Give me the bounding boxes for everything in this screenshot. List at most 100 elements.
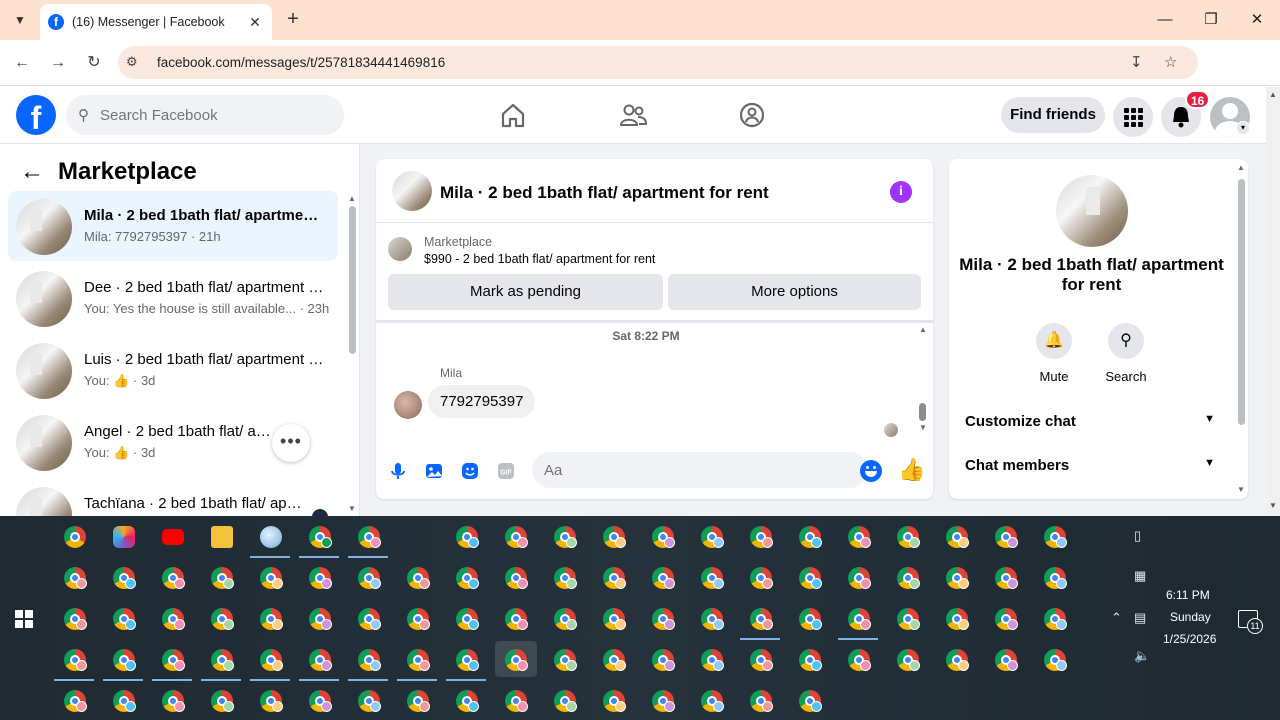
taskbar-chrome-profile-app[interactable] xyxy=(495,559,537,595)
bookmark-star-icon[interactable]: ☆ xyxy=(1164,53,1177,71)
taskbar-chrome-profile-app[interactable] xyxy=(691,600,733,636)
account-chevron-icon[interactable]: ▾ xyxy=(1236,121,1250,135)
taskbar-chrome-profile-app[interactable] xyxy=(985,641,1027,677)
taskbar-chrome-profile-app[interactable] xyxy=(250,559,292,595)
taskbar-chrome-profile-app[interactable] xyxy=(348,641,390,681)
conversation-more-options-button[interactable]: ••• xyxy=(272,424,310,462)
taskbar-chrome-profile-app[interactable] xyxy=(103,682,145,718)
find-friends-button[interactable]: Find friends xyxy=(1001,97,1105,133)
gif-icon[interactable]: GIF xyxy=(496,461,516,481)
chat-title[interactable]: Mila · 2 bed 1bath flat/ apartment for r… xyxy=(440,183,769,203)
taskbar-chrome-profile-app[interactable] xyxy=(152,600,194,636)
more-options-button[interactable]: More options xyxy=(668,274,921,310)
scroll-up-arrow-icon[interactable]: ▲ xyxy=(348,194,356,203)
install-app-icon[interactable]: ↧ xyxy=(1130,53,1143,71)
taskbar-chrome-profile-app[interactable] xyxy=(1034,600,1076,636)
tab-search-chevron-icon[interactable]: ▼ xyxy=(8,8,32,32)
taskbar-chrome-profile-app[interactable] xyxy=(936,518,978,554)
taskbar-chrome-profile-app[interactable] xyxy=(887,559,929,595)
taskbar-chrome-profile-app[interactable] xyxy=(446,600,488,636)
taskbar-chrome-profile-app[interactable] xyxy=(495,518,537,554)
taskbar-chrome-profile-app[interactable] xyxy=(544,559,586,595)
taskbar-chrome-profile-app[interactable] xyxy=(250,682,292,718)
taskbar-chrome-profile-app[interactable] xyxy=(299,641,341,681)
taskbar-chrome-profile-app[interactable] xyxy=(789,559,831,595)
message-input[interactable] xyxy=(544,452,844,488)
taskbar-chrome-profile-app[interactable] xyxy=(54,600,96,636)
taskbar-chrome-profile-app[interactable] xyxy=(54,641,96,681)
taskbar-chrome-profile-app[interactable] xyxy=(838,641,880,677)
taskbar-chrome-profile-app[interactable] xyxy=(789,682,831,718)
taskbar-chrome-profile-app[interactable] xyxy=(348,518,390,558)
message-bubble[interactable]: 7792795397 xyxy=(428,385,536,418)
customize-chat-row[interactable]: Customize chat ▼ xyxy=(965,413,1219,430)
mute-action[interactable]: 🔔 Mute xyxy=(1024,323,1084,384)
taskbar-chrome-profile-app[interactable] xyxy=(201,641,243,681)
windows-start-icon[interactable] xyxy=(15,610,33,628)
home-icon[interactable] xyxy=(499,101,527,129)
show-hidden-icons-chevron-icon[interactable]: ⌃ xyxy=(1111,610,1122,626)
taskbar-chrome-app[interactable] xyxy=(54,518,96,554)
taskbar-chrome-profile-app[interactable] xyxy=(299,559,341,595)
address-bar[interactable]: ⚙ facebook.com/messages/t/25781834441469… xyxy=(118,46,1198,79)
taskbar-chrome-profile-app[interactable] xyxy=(789,600,831,636)
mark-as-pending-button[interactable]: Mark as pending xyxy=(388,274,663,310)
back-button[interactable]: ← xyxy=(10,51,34,75)
restore-button[interactable]: ❐ xyxy=(1196,6,1226,34)
taskbar-chrome-profile-app[interactable] xyxy=(299,682,341,718)
taskbar-chrome-profile-app[interactable] xyxy=(201,559,243,595)
details-scrollbar[interactable]: ▲ ▼ xyxy=(1235,159,1248,499)
screen-capture-icon[interactable]: ▦ xyxy=(1134,568,1146,584)
taskbar-chrome-profile-app[interactable] xyxy=(544,641,586,677)
like-send-icon[interactable]: 👍 xyxy=(898,457,925,483)
taskbar-chrome-profile-app[interactable] xyxy=(299,518,341,558)
taskbar-chrome-profile-app[interactable] xyxy=(201,682,243,718)
taskbar-chrome-profile-app[interactable] xyxy=(446,682,488,718)
taskbar-chrome-profile-app[interactable] xyxy=(495,682,537,718)
taskbar-chrome-profile-app[interactable] xyxy=(740,600,782,640)
emoji-icon[interactable] xyxy=(860,460,882,482)
taskbar-chrome-profile-app[interactable] xyxy=(593,641,635,677)
taskbar-chrome-profile-app[interactable] xyxy=(838,518,880,554)
scroll-down-arrow-icon[interactable]: ▼ xyxy=(348,504,356,513)
menu-grid-button[interactable] xyxy=(1113,97,1153,137)
taskbar-chrome-profile-app[interactable] xyxy=(936,641,978,677)
taskbar-chrome-profile-app[interactable] xyxy=(495,641,537,677)
new-tab-button[interactable]: + xyxy=(282,8,304,30)
conversation-item-luis[interactable]: Luis · 2 bed 1bath flat/ apartment for r… xyxy=(8,335,338,405)
taskbar-chrome-profile-app[interactable] xyxy=(1034,518,1076,554)
chat-avatar[interactable] xyxy=(392,171,432,211)
taskbar-chrome-profile-app[interactable] xyxy=(544,518,586,554)
tab-close-icon[interactable]: ✕ xyxy=(246,14,264,31)
taskbar-chrome-profile-app[interactable] xyxy=(201,600,243,636)
forward-button[interactable]: → xyxy=(46,51,70,75)
taskbar-chrome-profile-app[interactable] xyxy=(544,600,586,636)
groups-icon[interactable] xyxy=(738,101,766,129)
chat-scrollbar[interactable]: ▲ ▼ xyxy=(916,323,930,435)
taskbar-paint-app[interactable] xyxy=(250,518,292,558)
taskbar-chrome-profile-app[interactable] xyxy=(54,682,96,718)
taskbar-chrome-profile-app[interactable] xyxy=(152,682,194,718)
taskbar-chrome-profile-app[interactable] xyxy=(936,600,978,636)
taskbar-chrome-profile-app[interactable] xyxy=(985,600,1027,636)
taskbar-chrome-profile-app[interactable] xyxy=(299,600,341,636)
taskbar-chrome-profile-app[interactable] xyxy=(789,518,831,554)
reload-button[interactable]: ↻ xyxy=(82,51,106,75)
taskbar-chrome-profile-app[interactable] xyxy=(348,559,390,595)
taskbar-chrome-profile-app[interactable] xyxy=(642,641,684,677)
volume-icon[interactable]: 🔈 xyxy=(1134,648,1150,664)
facebook-search-input[interactable] xyxy=(100,95,330,135)
taskbar-chrome-profile-app[interactable] xyxy=(642,682,684,718)
taskbar-chrome-profile-app[interactable] xyxy=(250,641,292,681)
taskbar-chrome-profile-app[interactable] xyxy=(642,518,684,554)
search-action[interactable]: ⚲ Search xyxy=(1096,323,1156,384)
scrollbar-thumb[interactable] xyxy=(349,206,356,354)
facebook-search[interactable]: ⚲ xyxy=(66,95,344,135)
scroll-up-arrow-icon[interactable]: ▲ xyxy=(1237,163,1245,172)
taskbar-chrome-profile-app[interactable] xyxy=(397,641,439,681)
back-arrow-icon[interactable]: ← xyxy=(20,158,50,186)
taskbar-chrome-profile-app[interactable] xyxy=(691,559,733,595)
clock-time[interactable]: 6:11 PM xyxy=(1166,588,1246,602)
taskbar-chrome-profile-app[interactable] xyxy=(397,600,439,636)
site-info-icon[interactable]: ⚙ xyxy=(126,54,138,70)
